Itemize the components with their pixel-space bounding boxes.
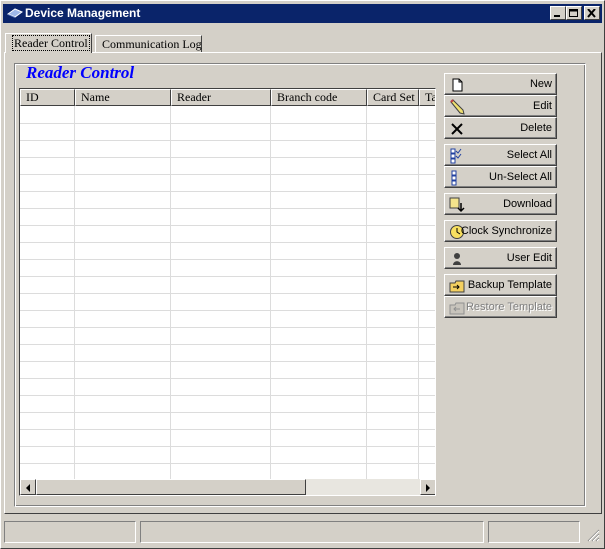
grid-row-line (20, 140, 435, 141)
grid-header: ID Name Reader Branch code Card Set Ta (20, 89, 435, 106)
close-icon (587, 9, 596, 18)
grid-row-line (20, 310, 435, 311)
button-label: User Edit (506, 252, 552, 264)
maximize-button[interactable] (566, 6, 582, 20)
button-label: Clock Synchronize (460, 225, 552, 237)
grid-row-line (20, 463, 435, 464)
status-panel-1 (4, 521, 136, 543)
grid-row-line (20, 395, 435, 396)
button-label: Backup Template (467, 279, 552, 291)
status-panel-3 (488, 521, 580, 543)
backup-template-button[interactable]: Backup Template (444, 274, 557, 296)
download-button[interactable]: Download (444, 193, 557, 215)
maximize-icon (569, 9, 578, 17)
grid-row-line (20, 123, 435, 124)
column-header-reader[interactable]: Reader (171, 89, 271, 106)
horizontal-scrollbar[interactable] (20, 479, 435, 495)
scroll-thumb[interactable] (36, 479, 306, 495)
grid-row-line (20, 446, 435, 447)
grid-row-line (20, 191, 435, 192)
button-label: New (529, 78, 552, 90)
arrow-right-icon (426, 484, 430, 492)
column-header-name[interactable]: Name (75, 89, 171, 106)
user-edit-button[interactable]: User Edit (444, 247, 557, 269)
grid-row-line (20, 361, 435, 362)
delete-button[interactable]: Delete (444, 117, 557, 139)
button-label: Restore Template (465, 301, 552, 313)
grid-row-line (20, 174, 435, 175)
title-bar[interactable]: Device Management (3, 4, 602, 23)
button-label: Edit (533, 100, 552, 112)
edit-button[interactable]: Edit (444, 95, 557, 117)
button-label: Un-Select All (489, 171, 552, 183)
minimize-button[interactable] (550, 6, 566, 20)
column-header-ta[interactable]: Ta (419, 89, 435, 106)
restore-template-button[interactable]: Restore Template (444, 296, 557, 318)
pencil-icon (450, 99, 465, 115)
unselect-all-button[interactable]: Un-Select All (444, 166, 557, 188)
column-header-id[interactable]: ID (20, 89, 75, 106)
tab-label: Reader Control (12, 35, 90, 51)
restore-folder-icon (449, 302, 465, 315)
grid-row-line (20, 378, 435, 379)
grid-row-line (20, 327, 435, 328)
grid-row-line (20, 208, 435, 209)
column-header-branch-code[interactable]: Branch code (271, 89, 367, 106)
new-button[interactable]: New (444, 73, 557, 95)
reader-grid[interactable]: ID Name Reader Branch code Card Set Ta (19, 88, 436, 496)
status-panel-2 (140, 521, 484, 543)
new-document-icon (452, 78, 463, 92)
section-title: Reader Control (26, 63, 135, 82)
grid-row-line (20, 429, 435, 430)
unchecked-list-icon (451, 170, 457, 186)
user-icon (453, 253, 461, 265)
minimize-icon (554, 15, 560, 17)
grid-row-line (20, 293, 435, 294)
tab-label: Communication Log (102, 37, 202, 51)
device-management-window: Device Management Reader Control Communi… (0, 0, 605, 549)
tab-communication-log[interactable]: Communication Log (95, 35, 202, 53)
select-all-button[interactable]: Select All (444, 144, 557, 166)
column-header-card-set[interactable]: Card Set (367, 89, 419, 106)
button-label: Select All (506, 149, 552, 161)
download-icon (449, 197, 465, 213)
window-title: Device Management (25, 6, 141, 20)
button-label: Delete (520, 122, 552, 134)
arrow-left-icon (26, 484, 30, 492)
grid-body[interactable] (20, 106, 435, 479)
clock-synchronize-button[interactable]: Clock Synchronize (444, 220, 557, 242)
scroll-right-button[interactable] (420, 479, 435, 495)
grid-row-line (20, 242, 435, 243)
checklist-icon (450, 148, 462, 164)
grid-row-line (20, 157, 435, 158)
grid-row-line (20, 276, 435, 277)
close-button[interactable] (584, 6, 600, 20)
grid-row-line (20, 225, 435, 226)
scroll-left-button[interactable] (20, 479, 36, 495)
device-icon (7, 8, 23, 18)
backup-folder-icon (449, 280, 465, 293)
grid-row-line (20, 259, 435, 260)
tab-reader-control[interactable]: Reader Control (5, 33, 92, 53)
grid-row-line (20, 344, 435, 345)
resize-grip-icon[interactable] (586, 528, 600, 542)
button-label: Download (503, 198, 552, 210)
delete-x-icon (451, 123, 463, 135)
grid-row-line (20, 412, 435, 413)
